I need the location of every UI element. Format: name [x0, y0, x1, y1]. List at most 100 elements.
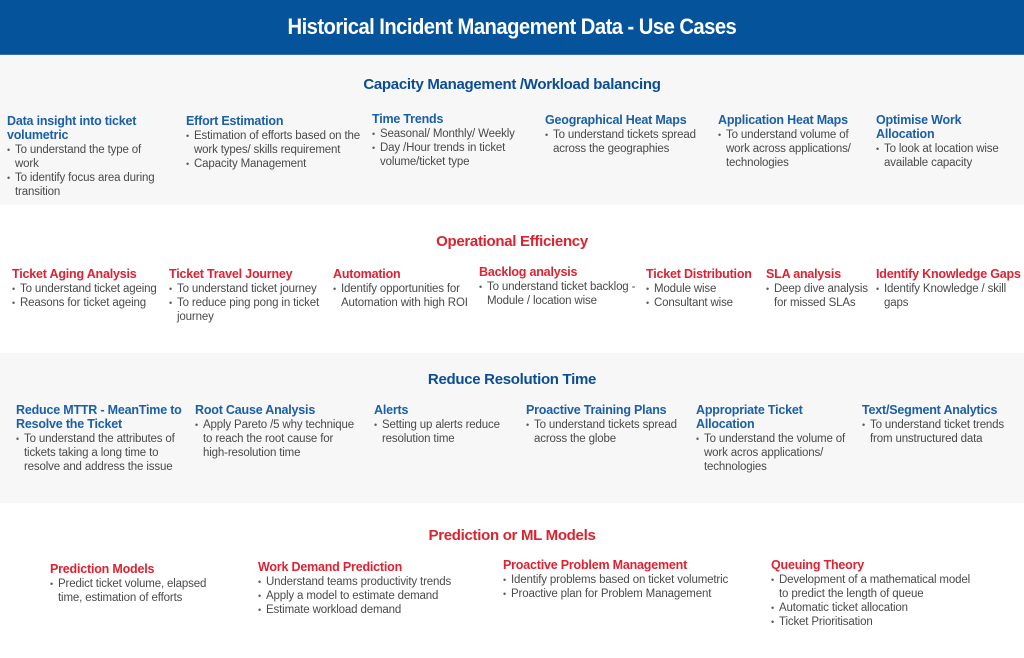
card-title: SLA analysis: [766, 267, 841, 281]
bullet: Apply a model to estimate demand: [258, 589, 468, 603]
card-time-trends: Time Trends Seasonal/ Monthly/ Weekly Da…: [372, 112, 532, 169]
card-title: Prediction Models: [50, 562, 155, 576]
section-capacity-management: Capacity Management /Workload balancing …: [0, 56, 1024, 205]
card-title: Queuing Theory: [771, 558, 865, 572]
section-title: Capacity Management /Workload balancing: [363, 76, 661, 93]
bullet-list: Identify problems based on ticket volume…: [503, 573, 743, 601]
card-title: Identify Knowledge Gaps: [876, 267, 1021, 281]
card-title: Geographical Heat Maps: [545, 113, 687, 127]
bullet-list: To understand ticket journey To reduce p…: [169, 282, 329, 324]
bullet-list: Apply Pareto /5 why technique to reach t…: [195, 418, 355, 460]
bullet-list: To understand tickets spread across the …: [526, 418, 686, 446]
card-title: Proactive Problem Management: [503, 558, 688, 572]
bullet: Identify opportunities for Automation wi…: [333, 282, 473, 310]
bullet: Predict ticket volume, elapsed time, est…: [50, 577, 220, 605]
card-title: Optimise Work Allocation: [876, 113, 962, 141]
card-queuing-theory: Queuing Theory Development of a mathemat…: [771, 558, 981, 629]
bullet: Apply Pareto /5 why technique to reach t…: [195, 418, 355, 460]
bullet-list: Module wise Consultant wise: [646, 282, 761, 310]
bullet: To understand the type of work: [7, 143, 167, 171]
card-backlog-analysis: Backlog analysis To understand ticket ba…: [479, 265, 639, 308]
bullet: Capacity Management: [186, 157, 366, 171]
bullet-list: To understand ticket ageing Reasons for …: [12, 282, 167, 310]
bullet-list: To understand tickets spread across the …: [545, 128, 710, 156]
card-ticket-travel-journey: Ticket Travel Journey To understand tick…: [169, 267, 329, 324]
card-title: Reduce MTTR - MeanTime to Resolve the Ti…: [16, 403, 182, 431]
card-title: Time Trends: [372, 112, 444, 126]
card-reduce-mttr: Reduce MTTR - MeanTime to Resolve the Ti…: [16, 403, 184, 474]
card-text-segment-analytics: Text/Segment Analytics To understand tic…: [862, 403, 1012, 446]
card-geographical-heat-maps: Geographical Heat Maps To understand tic…: [545, 113, 710, 156]
card-effort-estimation: Effort Estimation Estimation of efforts …: [186, 114, 366, 171]
card-appropriate-ticket-allocation: Appropriate Ticket Allocation To underst…: [696, 403, 856, 474]
bullet-list: To understand ticket backlog - Module / …: [479, 280, 639, 308]
bullet: To understand the attributes of tickets …: [16, 432, 184, 474]
card-title: Effort Estimation: [186, 114, 284, 128]
card-title: Data insight into ticket volumetric: [7, 114, 137, 142]
bullet: Setting up alerts reduce resolution time: [374, 418, 514, 446]
bullet: Reasons for ticket ageing: [12, 296, 167, 310]
page-header: Historical Incident Management Data - Us…: [0, 0, 1024, 55]
card-title: Root Cause Analysis: [195, 403, 316, 417]
card-proactive-training-plans: Proactive Training Plans To understand t…: [526, 403, 686, 446]
bullet-list: To understand the type of work To identi…: [7, 143, 167, 199]
card-optimise-work-allocation: Optimise Work Allocation To look at loca…: [876, 113, 1021, 170]
card-prediction-models: Prediction Models Predict ticket volume,…: [50, 562, 220, 605]
card-proactive-problem-management: Proactive Problem Management Identify pr…: [503, 558, 743, 601]
bullet-list: Estimation of efforts based on the work …: [186, 129, 366, 171]
bullet: Deep dive analysis for missed SLAs: [766, 282, 871, 310]
card-ticket-distribution: Ticket Distribution Module wise Consulta…: [646, 267, 761, 310]
bullet: Estimate workload demand: [258, 603, 468, 617]
bullet: To understand ticket ageing: [12, 282, 167, 296]
section-prediction-ml-models: Prediction or ML Models Prediction Model…: [0, 503, 1024, 658]
card-title: Alerts: [374, 403, 409, 417]
section-operational-efficiency: Operational Efficiency Ticket Aging Anal…: [0, 205, 1024, 353]
bullet-list: Deep dive analysis for missed SLAs: [766, 282, 871, 310]
card-identify-knowledge-gaps: Identify Knowledge Gaps Identify Knowled…: [876, 267, 1021, 310]
bullet: Automatic ticket allocation: [771, 601, 981, 615]
bullet-list: To look at location wise available capac…: [876, 142, 1021, 170]
card-title: Backlog analysis: [479, 265, 578, 279]
bullet: Proactive plan for Problem Management: [503, 587, 743, 601]
bullet: To understand ticket backlog - Module / …: [479, 280, 639, 308]
bullet-list: Seasonal/ Monthly/ Weekly Day /Hour tren…: [372, 127, 532, 169]
bullet: Development of a mathematical model to p…: [771, 573, 981, 601]
bullet: Module wise: [646, 282, 761, 296]
bullet-list: Identify Knowledge / skill gaps: [876, 282, 1021, 310]
bullet-list: Predict ticket volume, elapsed time, est…: [50, 577, 220, 605]
bullet-list: To understand the attributes of tickets …: [16, 432, 184, 474]
bullet: To understand volume of work across appl…: [718, 128, 858, 170]
bullet: To identify focus area during transition: [7, 171, 167, 199]
bullet: To understand ticket journey: [169, 282, 329, 296]
card-alerts: Alerts Setting up alerts reduce resoluti…: [374, 403, 514, 446]
bullet: To look at location wise available capac…: [876, 142, 1021, 170]
bullet-list: To understand the volume of work acros a…: [696, 432, 856, 474]
bullet: To understand the volume of work acros a…: [696, 432, 856, 474]
bullet-list: Development of a mathematical model to p…: [771, 573, 981, 629]
card-sla-analysis: SLA analysis Deep dive analysis for miss…: [766, 267, 871, 310]
bullet: Identify Knowledge / skill gaps: [876, 282, 1021, 310]
bullet: Consultant wise: [646, 296, 761, 310]
bullet-list: Identify opportunities for Automation wi…: [333, 282, 473, 310]
card-title: Work Demand Prediction: [258, 560, 403, 574]
card-application-heat-maps: Application Heat Maps To understand volu…: [718, 113, 858, 170]
bullet: To understand tickets spread across the …: [526, 418, 686, 446]
bullet: Seasonal/ Monthly/ Weekly: [372, 127, 532, 141]
section-title: Reduce Resolution Time: [427, 371, 597, 388]
card-title: Ticket Distribution: [646, 267, 752, 281]
bullet: To reduce ping pong in ticket journey: [169, 296, 329, 324]
card-work-demand-prediction: Work Demand Prediction Understand teams …: [258, 560, 468, 617]
card-ticket-aging-analysis: Ticket Aging Analysis To understand tick…: [12, 267, 167, 310]
bullet: Understand teams productivity trends: [258, 575, 468, 589]
card-root-cause-analysis: Root Cause Analysis Apply Pareto /5 why …: [195, 403, 355, 460]
card-automation: Automation Identify opportunities for Au…: [333, 267, 473, 310]
section-title: Operational Efficiency: [436, 233, 588, 250]
bullet: To understand ticket trends from unstruc…: [862, 418, 1012, 446]
page-title: Historical Incident Management Data - Us…: [287, 14, 737, 39]
bullet-list: To understand volume of work across appl…: [718, 128, 858, 170]
bullet: Estimation of efforts based on the work …: [186, 129, 366, 157]
bullet: To understand tickets spread across the …: [545, 128, 710, 156]
bullet: Identify problems based on ticket volume…: [503, 573, 743, 587]
card-title: Ticket Aging Analysis: [12, 267, 137, 281]
card-title: Application Heat Maps: [718, 113, 848, 127]
